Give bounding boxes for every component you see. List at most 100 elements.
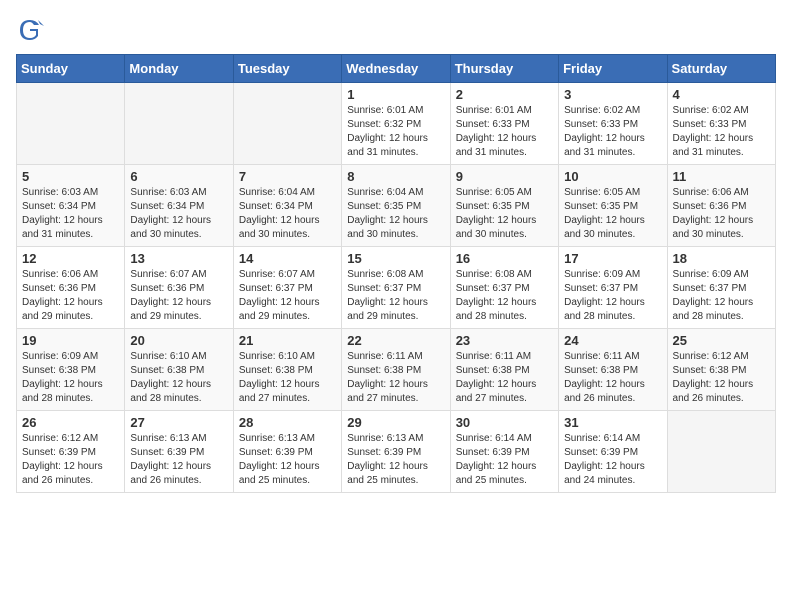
day-info: Sunrise: 6:07 AM Sunset: 6:37 PM Dayligh… [239,268,336,324]
day-info: Sunrise: 6:07 AM Sunset: 6:36 PM Dayligh… [130,268,227,324]
day-info: Sunrise: 6:13 AM Sunset: 6:39 PM Dayligh… [130,432,227,488]
day-info: Sunrise: 6:01 AM Sunset: 6:33 PM Dayligh… [456,104,553,160]
day-cell: 27 Sunrise: 6:13 AM Sunset: 6:39 PM Dayli… [125,411,233,493]
week-row-5: 26 Sunrise: 6:12 AM Sunset: 6:39 PM Dayli… [17,411,776,493]
day-number: 5 [22,169,119,184]
day-number: 23 [456,333,553,348]
day-info: Sunrise: 6:04 AM Sunset: 6:35 PM Dayligh… [347,186,444,242]
day-info: Sunrise: 6:12 AM Sunset: 6:39 PM Dayligh… [22,432,119,488]
day-number: 14 [239,251,336,266]
day-cell: 30 Sunrise: 6:14 AM Sunset: 6:39 PM Dayli… [450,411,558,493]
day-number: 20 [130,333,227,348]
logo-icon [16,16,44,44]
day-number: 9 [456,169,553,184]
week-row-1: 1 Sunrise: 6:01 AM Sunset: 6:32 PM Daylig… [17,83,776,165]
day-info: Sunrise: 6:06 AM Sunset: 6:36 PM Dayligh… [673,186,770,242]
day-number: 12 [22,251,119,266]
day-number: 7 [239,169,336,184]
day-number: 13 [130,251,227,266]
day-cell: 18Sunrise: 6:09 AM Sunset: 6:37 PM Dayli… [667,247,775,329]
day-info: Sunrise: 6:04 AM Sunset: 6:34 PM Dayligh… [239,186,336,242]
day-info: Sunrise: 6:10 AM Sunset: 6:38 PM Dayligh… [130,350,227,406]
day-cell: 21 Sunrise: 6:10 AM Sunset: 6:38 PM Dayli… [233,329,341,411]
weekday-header-thursday: Thursday [450,55,558,83]
day-number: 19 [22,333,119,348]
day-info: Sunrise: 6:02 AM Sunset: 6:33 PM Dayligh… [673,104,770,160]
day-info: Sunrise: 6:10 AM Sunset: 6:38 PM Dayligh… [239,350,336,406]
day-info: Sunrise: 6:13 AM Sunset: 6:39 PM Dayligh… [347,432,444,488]
day-cell: 17Sunrise: 6:09 AM Sunset: 6:37 PM Dayli… [559,247,667,329]
day-number: 22 [347,333,444,348]
day-number: 17 [564,251,661,266]
day-cell [125,83,233,165]
day-cell [17,83,125,165]
weekday-header-row: SundayMondayTuesdayWednesdayThursdayFrid… [17,55,776,83]
day-number: 1 [347,87,444,102]
day-cell: 13 Sunrise: 6:07 AM Sunset: 6:36 PM Dayli… [125,247,233,329]
day-info: Sunrise: 6:09 AM Sunset: 6:37 PM Dayligh… [673,268,770,324]
day-cell: 8 Sunrise: 6:04 AM Sunset: 6:35 PM Daylig… [342,165,450,247]
day-number: 8 [347,169,444,184]
day-cell: 24 Sunrise: 6:11 AM Sunset: 6:38 PM Dayli… [559,329,667,411]
day-info: Sunrise: 6:03 AM Sunset: 6:34 PM Dayligh… [130,186,227,242]
day-number: 31 [564,415,661,430]
day-cell: 11 Sunrise: 6:06 AM Sunset: 6:36 PM Dayli… [667,165,775,247]
weekday-header-saturday: Saturday [667,55,775,83]
day-cell: 29 Sunrise: 6:13 AM Sunset: 6:39 PM Dayli… [342,411,450,493]
day-info: Sunrise: 6:06 AM Sunset: 6:36 PM Dayligh… [22,268,119,324]
day-info: Sunrise: 6:11 AM Sunset: 6:38 PM Dayligh… [456,350,553,406]
day-cell: 1 Sunrise: 6:01 AM Sunset: 6:32 PM Daylig… [342,83,450,165]
day-number: 25 [673,333,770,348]
day-info: Sunrise: 6:08 AM Sunset: 6:37 PM Dayligh… [456,268,553,324]
day-info: Sunrise: 6:05 AM Sunset: 6:35 PM Dayligh… [564,186,661,242]
week-row-2: 5 Sunrise: 6:03 AM Sunset: 6:34 PM Daylig… [17,165,776,247]
day-number: 21 [239,333,336,348]
day-cell: 28 Sunrise: 6:13 AM Sunset: 6:39 PM Dayli… [233,411,341,493]
day-cell: 25Sunrise: 6:12 AM Sunset: 6:38 PM Dayli… [667,329,775,411]
day-cell: 12 Sunrise: 6:06 AM Sunset: 6:36 PM Dayli… [17,247,125,329]
day-info: Sunrise: 6:01 AM Sunset: 6:32 PM Dayligh… [347,104,444,160]
logo [16,16,48,44]
day-number: 24 [564,333,661,348]
weekday-header-sunday: Sunday [17,55,125,83]
page-header [16,16,776,44]
day-info: Sunrise: 6:14 AM Sunset: 6:39 PM Dayligh… [564,432,661,488]
day-info: Sunrise: 6:11 AM Sunset: 6:38 PM Dayligh… [564,350,661,406]
day-number: 16 [456,251,553,266]
day-info: Sunrise: 6:09 AM Sunset: 6:38 PM Dayligh… [22,350,119,406]
day-cell: 9 Sunrise: 6:05 AM Sunset: 6:35 PM Daylig… [450,165,558,247]
day-number: 30 [456,415,553,430]
day-info: Sunrise: 6:13 AM Sunset: 6:39 PM Dayligh… [239,432,336,488]
day-cell: 5 Sunrise: 6:03 AM Sunset: 6:34 PM Daylig… [17,165,125,247]
day-cell: 31 Sunrise: 6:14 AM Sunset: 6:39 PM Dayli… [559,411,667,493]
day-number: 27 [130,415,227,430]
day-cell: 20 Sunrise: 6:10 AM Sunset: 6:38 PM Dayli… [125,329,233,411]
day-cell: 10 Sunrise: 6:05 AM Sunset: 6:35 PM Dayli… [559,165,667,247]
day-number: 26 [22,415,119,430]
weekday-header-wednesday: Wednesday [342,55,450,83]
day-cell: 4Sunrise: 6:02 AM Sunset: 6:33 PM Daylig… [667,83,775,165]
day-number: 3 [564,87,661,102]
calendar-table: SundayMondayTuesdayWednesdayThursdayFrid… [16,54,776,493]
day-cell: 3 Sunrise: 6:02 AM Sunset: 6:33 PM Daylig… [559,83,667,165]
day-number: 28 [239,415,336,430]
day-number: 2 [456,87,553,102]
day-cell: 6 Sunrise: 6:03 AM Sunset: 6:34 PM Daylig… [125,165,233,247]
day-info: Sunrise: 6:14 AM Sunset: 6:39 PM Dayligh… [456,432,553,488]
day-cell [667,411,775,493]
day-info: Sunrise: 6:03 AM Sunset: 6:34 PM Dayligh… [22,186,119,242]
day-cell [233,83,341,165]
day-number: 29 [347,415,444,430]
day-cell: 22Sunrise: 6:11 AM Sunset: 6:38 PM Dayli… [342,329,450,411]
day-info: Sunrise: 6:05 AM Sunset: 6:35 PM Dayligh… [456,186,553,242]
day-info: Sunrise: 6:02 AM Sunset: 6:33 PM Dayligh… [564,104,661,160]
day-cell: 16 Sunrise: 6:08 AM Sunset: 6:37 PM Dayli… [450,247,558,329]
day-number: 15 [347,251,444,266]
day-info: Sunrise: 6:08 AM Sunset: 6:37 PM Dayligh… [347,268,444,324]
day-number: 11 [673,169,770,184]
day-number: 10 [564,169,661,184]
day-cell: 19 Sunrise: 6:09 AM Sunset: 6:38 PM Dayli… [17,329,125,411]
day-cell: 2 Sunrise: 6:01 AM Sunset: 6:33 PM Daylig… [450,83,558,165]
day-cell: 26 Sunrise: 6:12 AM Sunset: 6:39 PM Dayli… [17,411,125,493]
day-number: 6 [130,169,227,184]
